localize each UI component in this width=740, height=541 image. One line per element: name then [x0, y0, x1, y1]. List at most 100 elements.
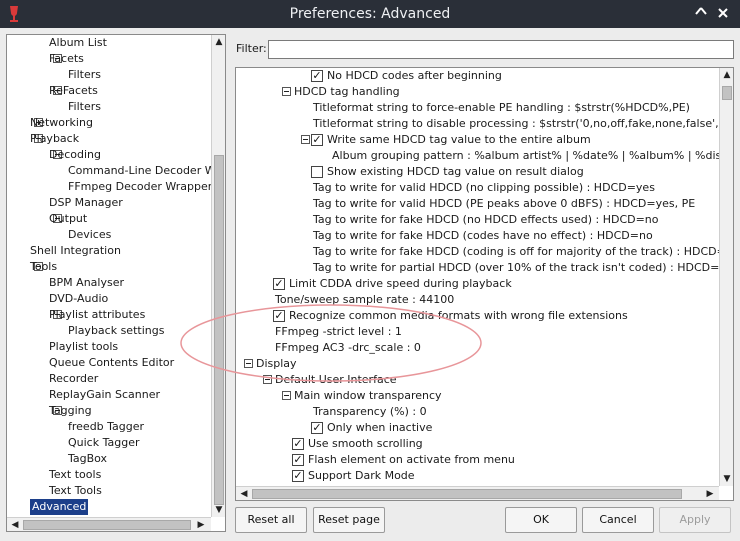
- sidebar-hscroll-thumb[interactable]: [23, 520, 191, 530]
- reset-page-button[interactable]: Reset page: [313, 507, 385, 533]
- sidebar-item-row[interactable]: Facets: [7, 51, 225, 67]
- setting-item-row[interactable]: Transparency (%) : 0: [236, 404, 733, 420]
- apply-button[interactable]: Apply: [659, 507, 731, 533]
- setting-item-row[interactable]: ✓ No HDCD codes after beginning: [236, 68, 733, 84]
- tree-hscroll-thumb[interactable]: [252, 489, 682, 499]
- setting-item-row[interactable]: ✓ Limit CDDA drive speed during playback: [236, 276, 733, 292]
- setting-item-row[interactable]: Tag to write for partial HDCD (over 10% …: [236, 260, 733, 276]
- collapse-icon[interactable]: [282, 87, 291, 96]
- setting-item-row[interactable]: Tag to write for valid HDCD (PE peaks ab…: [236, 196, 733, 212]
- sidebar-item-row[interactable]: Playback settings: [7, 323, 225, 339]
- ok-button[interactable]: OK: [505, 507, 577, 533]
- checkbox-checked[interactable]: ✓: [311, 134, 323, 146]
- checkbox-checked[interactable]: ✓: [273, 278, 285, 290]
- checkbox-checked[interactable]: ✓: [311, 70, 323, 82]
- sidebar-item-row[interactable]: Networking: [7, 115, 225, 131]
- setting-item-row[interactable]: Titleformat string to force-enable PE ha…: [236, 100, 733, 116]
- sidebar-item-row[interactable]: Tools: [7, 259, 225, 275]
- scroll-down-icon[interactable]: ▼: [721, 473, 733, 485]
- filter-input[interactable]: [268, 40, 734, 59]
- sidebar-item-label: Filters: [68, 68, 101, 81]
- tree-vertical-scrollbar[interactable]: ▲ ▼: [719, 68, 733, 486]
- sidebar-item-row[interactable]: Recorder: [7, 371, 225, 387]
- setting-item-row[interactable]: Main window transparency: [236, 388, 733, 404]
- sidebar-item-row[interactable]: Queue Contents Editor: [7, 355, 225, 371]
- setting-item-row[interactable]: Titleformat string to disable processing…: [236, 116, 733, 132]
- sidebar-item-row[interactable]: Shell Integration: [7, 243, 225, 259]
- scroll-left-icon[interactable]: ◀: [238, 488, 250, 500]
- checkbox-checked[interactable]: ✓: [292, 438, 304, 450]
- setting-item-row[interactable]: ✓ Use smooth scrolling: [236, 436, 733, 452]
- sidebar-item-row[interactable]: DSP Manager: [7, 195, 225, 211]
- sidebar-item-row[interactable]: Text Tools: [7, 483, 225, 499]
- setting-item-row[interactable]: ✓ Only when inactive: [236, 420, 733, 436]
- sidebar-scroll-thumb[interactable]: [214, 155, 224, 505]
- sidebar-item-row[interactable]: Devices: [7, 227, 225, 243]
- checkbox-checked[interactable]: ✓: [292, 454, 304, 466]
- scroll-left-icon[interactable]: ◀: [9, 519, 21, 531]
- sidebar-item-row[interactable]: Filters: [7, 67, 225, 83]
- sidebar-item-row[interactable]: TagBox: [7, 451, 225, 467]
- setting-item-row[interactable]: Tone/sweep sample rate : 44100: [236, 292, 733, 308]
- scroll-right-icon[interactable]: ▶: [704, 488, 716, 500]
- sidebar-item-row[interactable]: freedb Tagger: [7, 419, 225, 435]
- checkbox-checked[interactable]: ✓: [292, 470, 304, 482]
- setting-item-row[interactable]: Display: [236, 356, 733, 372]
- setting-item-row[interactable]: Tag to write for fake HDCD (codes have n…: [236, 228, 733, 244]
- setting-item-row[interactable]: ✓ Flash element on activate from menu: [236, 452, 733, 468]
- sidebar-item-row[interactable]: Decoding: [7, 147, 225, 163]
- sidebar-tree[interactable]: Album List Facets Filters ReFacets Filters Ne…: [6, 34, 226, 532]
- scroll-right-icon[interactable]: ▶: [195, 519, 207, 531]
- sidebar-item-row[interactable]: Command-Line Decoder Wrap: [7, 163, 225, 179]
- setting-item-row[interactable]: HDCD tag handling: [236, 84, 733, 100]
- setting-item-row[interactable]: Album grouping pattern : %album artist% …: [236, 148, 733, 164]
- scroll-up-icon[interactable]: ▲: [213, 36, 225, 48]
- checkbox-checked[interactable]: ✓: [273, 310, 285, 322]
- setting-item-label: Album grouping pattern : %album artist% …: [332, 149, 734, 162]
- sidebar-vertical-scrollbar[interactable]: ▲ ▼: [211, 35, 225, 517]
- setting-item-row[interactable]: FFmpeg AC3 -drc_scale : 0: [236, 340, 733, 356]
- sidebar-item-row[interactable]: FFmpeg Decoder Wrapper: [7, 179, 225, 195]
- sidebar-item-row[interactable]: Text tools: [7, 467, 225, 483]
- tree-horizontal-scrollbar[interactable]: ◀ ▶: [236, 486, 719, 500]
- sidebar-item-row[interactable]: Album List: [7, 35, 225, 51]
- sidebar-item-row[interactable]: Filters: [7, 99, 225, 115]
- cancel-button[interactable]: Cancel: [582, 507, 654, 533]
- sidebar-horizontal-scrollbar[interactable]: ◀ ▶: [7, 517, 211, 531]
- sidebar-item-row[interactable]: DVD-Audio: [7, 291, 225, 307]
- pin-icon[interactable]: [692, 4, 710, 22]
- setting-item-row[interactable]: Tag to write for fake HDCD (no HDCD effe…: [236, 212, 733, 228]
- setting-item-row[interactable]: Default User Interface: [236, 372, 733, 388]
- checkbox-checked[interactable]: ✓: [311, 422, 323, 434]
- setting-item-row[interactable]: ✓ Recognize common media formats with wro…: [236, 308, 733, 324]
- sidebar-item-row[interactable]: Playlist attributes: [7, 307, 225, 323]
- sidebar-item-row[interactable]: Playlist tools: [7, 339, 225, 355]
- collapse-icon[interactable]: [282, 391, 291, 400]
- tree-scroll-thumb[interactable]: [722, 86, 732, 100]
- collapse-icon[interactable]: [301, 135, 310, 144]
- sidebar-item-row[interactable]: Output: [7, 211, 225, 227]
- close-icon[interactable]: [714, 4, 732, 22]
- setting-item-row[interactable]: FFmpeg -strict level : 1: [236, 324, 733, 340]
- setting-item-row[interactable]: ✓ Write same HDCD tag value to the entire…: [236, 132, 733, 148]
- sidebar-item-row[interactable]: Advanced: [7, 499, 225, 515]
- setting-item-row[interactable]: Show existing HDCD tag value on result d…: [236, 164, 733, 180]
- setting-item-label: Use smooth scrolling: [308, 437, 423, 450]
- sidebar-item-row[interactable]: ReplayGain Scanner: [7, 387, 225, 403]
- setting-item-row[interactable]: Tag to write for valid HDCD (no clipping…: [236, 180, 733, 196]
- sidebar-item-row[interactable]: Tagging: [7, 403, 225, 419]
- advanced-settings-tree[interactable]: ✓ No HDCD codes after beginning HDCD tag h…: [235, 67, 734, 501]
- scroll-down-icon[interactable]: ▼: [213, 504, 225, 516]
- setting-item-row[interactable]: Tag to write for fake HDCD (coding is of…: [236, 244, 733, 260]
- collapse-icon[interactable]: [263, 375, 272, 384]
- sidebar-item-row[interactable]: ReFacets: [7, 83, 225, 99]
- collapse-icon[interactable]: [244, 359, 253, 368]
- sidebar-item-row[interactable]: Playback: [7, 131, 225, 147]
- sidebar-item-row[interactable]: Quick Tagger: [7, 435, 225, 451]
- reset-all-button[interactable]: Reset all: [235, 507, 307, 533]
- setting-item-label: Recognize common media formats with wron…: [289, 309, 628, 322]
- sidebar-item-row[interactable]: BPM Analyser: [7, 275, 225, 291]
- setting-item-row[interactable]: ✓ Support Dark Mode: [236, 468, 733, 484]
- scroll-up-icon[interactable]: ▲: [721, 69, 733, 81]
- checkbox-unchecked[interactable]: [311, 166, 323, 178]
